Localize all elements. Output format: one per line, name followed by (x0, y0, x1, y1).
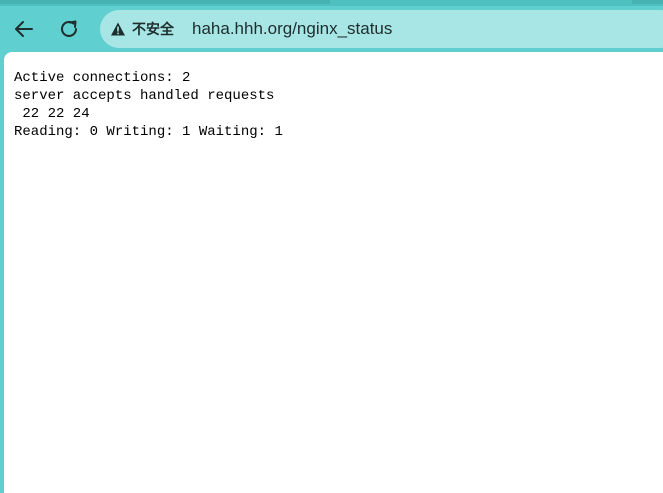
browser-window: 不安全 haha.hhh.org/nginx_status Active con… (0, 0, 663, 493)
address-bar[interactable]: 不安全 haha.hhh.org/nginx_status (100, 10, 663, 48)
status-line-counts: 22 22 24 (14, 106, 90, 122)
tab-edge (632, 0, 663, 4)
nginx-status-text: Active connections: 2 server accepts han… (14, 69, 283, 141)
security-indicator[interactable]: 不安全 (110, 19, 174, 39)
status-line-active-connections: Active connections: 2 (14, 70, 191, 86)
status-line-header: server accepts handled requests (14, 88, 275, 104)
back-button[interactable] (9, 14, 39, 44)
arrow-left-icon (15, 21, 33, 37)
url-text[interactable]: haha.hhh.org/nginx_status (192, 19, 392, 39)
page-content: Active connections: 2 server accepts han… (4, 52, 663, 493)
tab-edge (0, 0, 330, 4)
reload-icon (61, 20, 77, 37)
reload-button[interactable] (54, 14, 84, 44)
status-line-reading-writing: Reading: 0 Writing: 1 Waiting: 1 (14, 124, 283, 140)
browser-toolbar: 不安全 haha.hhh.org/nginx_status (0, 6, 663, 52)
security-label: 不安全 (132, 22, 174, 38)
warning-icon (111, 22, 125, 36)
